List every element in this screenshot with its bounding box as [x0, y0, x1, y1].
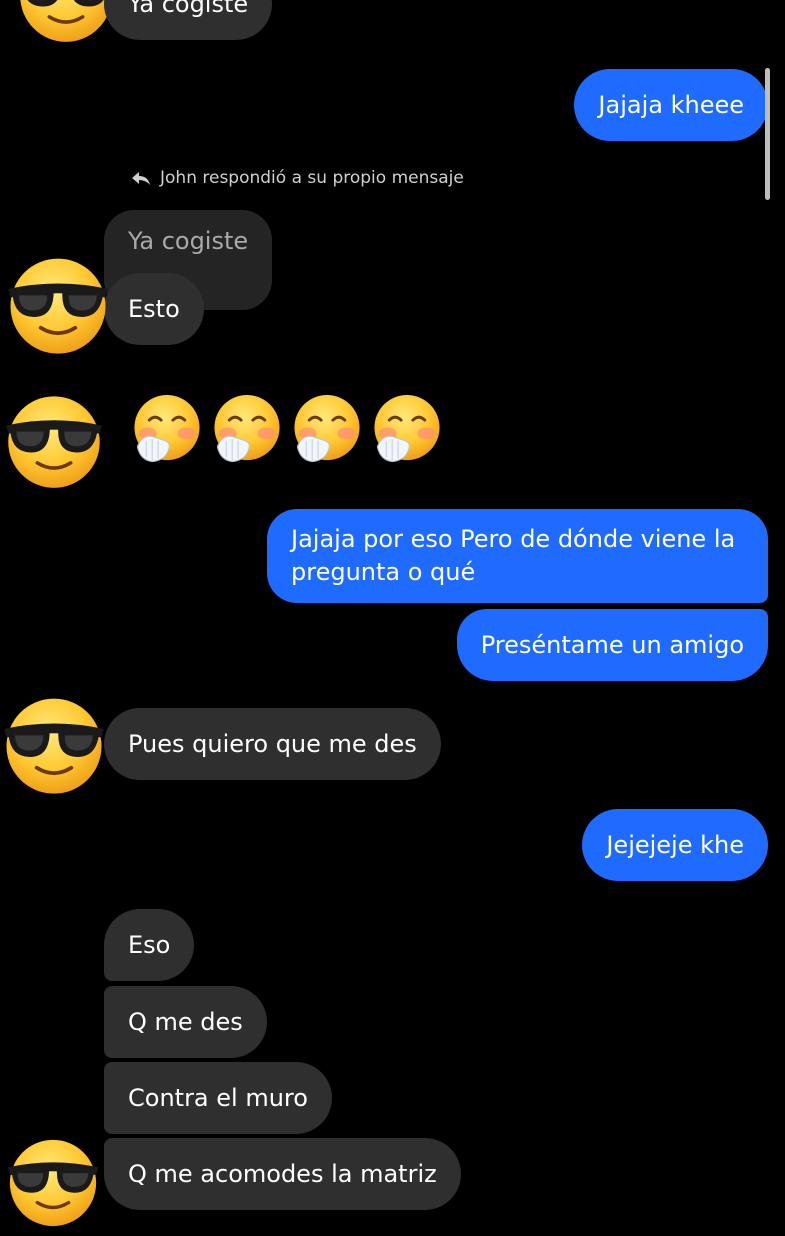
- message-text: Ya cogiste: [128, 0, 249, 18]
- message-text: Q me acomodes la matriz: [128, 1160, 437, 1188]
- message-bubble-incoming[interactable]: Eso: [104, 909, 195, 981]
- smiling-face-with-sunglasses-icon: [4, 1132, 102, 1230]
- message-text: Jejejeje khe: [606, 831, 744, 859]
- smiling-face-with-sunglasses-icon: [14, 0, 118, 46]
- message-bubble-incoming[interactable]: Ya cogiste: [104, 0, 273, 40]
- smiling-face-with-sunglasses-icon: [4, 250, 112, 358]
- face-with-hand-over-mouth-icon: [290, 392, 364, 466]
- emoji-message[interactable]: [290, 392, 364, 466]
- message-bubble-incoming[interactable]: Contra el muro: [104, 1062, 332, 1134]
- message-text: Pues quiero que me des: [128, 730, 417, 758]
- message-bubble-outgoing[interactable]: Jajaja kheee: [574, 69, 768, 141]
- message-text: Contra el muro: [128, 1084, 308, 1112]
- avatar[interactable]: [4, 250, 108, 354]
- quoted-text: Ya cogiste: [128, 227, 249, 255]
- message-bubble-outgoing[interactable]: Preséntame un amigo: [456, 609, 768, 681]
- scrollbar[interactable]: [765, 68, 770, 200]
- face-with-hand-over-mouth-icon: [210, 392, 284, 466]
- reply-arrow-icon: [130, 169, 152, 187]
- message-text: Preséntame un amigo: [480, 631, 744, 659]
- message-bubble-incoming[interactable]: Q me des: [104, 986, 267, 1058]
- avatar[interactable]: [4, 1132, 108, 1236]
- face-with-hand-over-mouth-icon: [130, 392, 204, 466]
- message-text: Jajaja por eso Pero de dónde viene la pr…: [291, 525, 736, 586]
- message-bubble-outgoing[interactable]: Jejejeje khe: [582, 809, 768, 881]
- avatar[interactable]: [0, 690, 104, 794]
- smiling-face-with-sunglasses-icon: [0, 690, 108, 798]
- avatar[interactable]: [14, 0, 118, 46]
- emoji-message[interactable]: [210, 392, 284, 466]
- smiling-face-with-sunglasses-icon: [2, 388, 106, 492]
- message-text: Q me des: [128, 1008, 243, 1036]
- message-bubble-incoming[interactable]: Q me acomodes la matriz: [104, 1138, 461, 1210]
- emoji-message[interactable]: [130, 392, 204, 466]
- reply-indicator: John respondió a su propio mensaje: [130, 168, 464, 188]
- reply-note-text: John respondió a su propio mensaje: [160, 168, 464, 188]
- message-text: Esto: [128, 295, 180, 323]
- emoji-message[interactable]: [370, 392, 444, 466]
- message-bubble-outgoing[interactable]: Jajaja por eso Pero de dónde viene la pr…: [267, 509, 768, 603]
- message-bubble-incoming[interactable]: Esto: [104, 273, 204, 345]
- message-bubble-incoming[interactable]: Pues quiero que me des: [104, 708, 441, 780]
- message-text: Eso: [128, 931, 171, 959]
- message-text: Jajaja kheee: [598, 91, 744, 119]
- face-with-hand-over-mouth-icon: [370, 392, 444, 466]
- avatar[interactable]: [2, 388, 106, 492]
